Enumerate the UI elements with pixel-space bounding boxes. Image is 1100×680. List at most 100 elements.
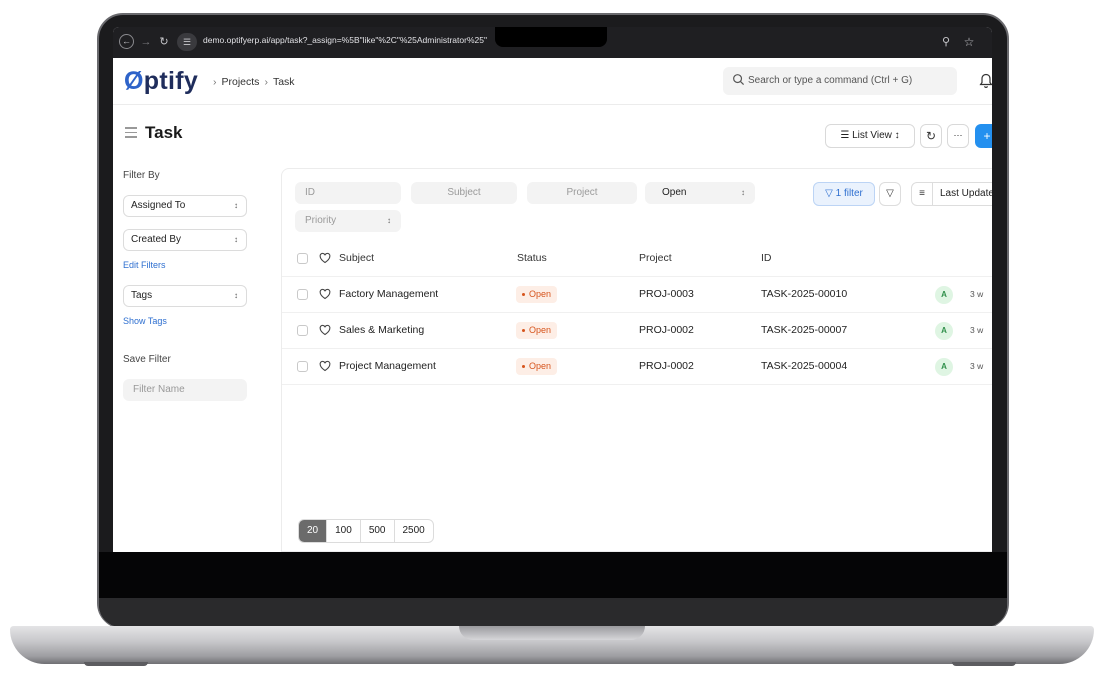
- laptop-foot-left: [84, 662, 148, 666]
- heart-icon[interactable]: [319, 288, 331, 300]
- search-bar[interactable]: Search or type a command (Ctrl + G): [723, 67, 957, 95]
- task-subject[interactable]: Sales & Marketing: [339, 324, 424, 336]
- filter-icon: ▽: [825, 188, 836, 199]
- avatar: A: [935, 322, 953, 340]
- heart-icon[interactable]: [319, 360, 331, 372]
- laptop-foot-right: [952, 662, 1016, 666]
- created-by-select[interactable]: Created By ↕: [123, 229, 247, 251]
- sort-by-button[interactable]: Last Updated On: [933, 182, 992, 206]
- column-id[interactable]: ID: [761, 252, 772, 264]
- clear-filter-button[interactable]: ▽: [879, 182, 901, 206]
- page-title: Task: [145, 123, 183, 142]
- status-badge: Open: [516, 286, 558, 303]
- address-bar[interactable]: demo.optifyerp.ai/app/task?_assign=%5B"l…: [203, 35, 503, 45]
- edit-filters-link[interactable]: Edit Filters: [123, 260, 166, 270]
- avatar: A: [935, 358, 953, 376]
- filter-button[interactable]: ▽ 1 filter: [813, 182, 875, 206]
- task-project: PROJ-0002: [639, 360, 694, 372]
- priority-filter-select[interactable]: Priority ↕: [295, 210, 401, 232]
- back-icon[interactable]: ←: [119, 34, 134, 49]
- table-row[interactable]: Sales & Marketing Open PROJ-0002 TASK-20…: [282, 313, 992, 349]
- modified-time: 3 w: [970, 361, 984, 371]
- site-settings-icon[interactable]: ☰: [177, 33, 197, 51]
- ellipsis-icon: ⋯: [953, 130, 963, 140]
- sidebar-toggle-icon[interactable]: [125, 127, 137, 138]
- save-filter-label: Save Filter: [123, 354, 171, 365]
- filter-x-icon: ▽: [886, 188, 894, 199]
- bookmark-star-icon[interactable]: ☆: [961, 34, 977, 50]
- table-row[interactable]: Factory Management Open PROJ-0003 TASK-2…: [282, 277, 992, 313]
- breadcrumb-task[interactable]: Task: [273, 76, 295, 88]
- id-filter-input[interactable]: ID: [295, 182, 401, 204]
- page-size-2500[interactable]: 2500: [395, 520, 433, 542]
- refresh-button[interactable]: ↻: [920, 124, 942, 148]
- column-subject[interactable]: Subject: [339, 252, 374, 264]
- refresh-icon: ↻: [925, 129, 937, 143]
- row-checkbox[interactable]: [297, 325, 308, 336]
- browser-toolbar: ← → ↻ ☰ demo.optifyerp.ai/app/task?_assi…: [113, 27, 992, 58]
- project-filter-input[interactable]: Project: [527, 182, 637, 204]
- chevron-updown-icon: ↕: [891, 130, 900, 141]
- modified-time: 3 w: [970, 289, 984, 299]
- chevron-updown-icon: ↕: [234, 235, 238, 244]
- assigned-to-select[interactable]: Assigned To ↕: [123, 195, 247, 217]
- reload-icon[interactable]: ↻: [156, 34, 172, 50]
- task-subject[interactable]: Project Management: [339, 360, 436, 372]
- zoom-icon[interactable]: ⚲: [938, 34, 954, 50]
- task-project: PROJ-0003: [639, 288, 694, 300]
- show-tags-link[interactable]: Show Tags: [123, 316, 167, 326]
- chevron-updown-icon: ↕: [234, 201, 238, 210]
- breadcrumb: › Projects › Task: [208, 76, 295, 88]
- list-view-button[interactable]: ☰ List View ↕: [825, 124, 915, 148]
- page-size-100[interactable]: 100: [327, 520, 361, 542]
- subject-filter-input[interactable]: Subject: [411, 182, 517, 204]
- forward-icon[interactable]: →: [138, 34, 154, 50]
- more-options-button[interactable]: ⋯: [947, 124, 969, 148]
- task-list-panel: ID Subject Project Open ↕ Priority ↕ ▽ 1 f…: [281, 168, 992, 552]
- status-badge: Open: [516, 358, 558, 375]
- chevron-updown-icon: ↕: [387, 216, 391, 225]
- row-checkbox[interactable]: [297, 289, 308, 300]
- column-status[interactable]: Status: [517, 252, 547, 264]
- task-id: TASK-2025-00004: [761, 360, 848, 372]
- heart-icon[interactable]: [319, 324, 331, 336]
- row-checkbox[interactable]: [297, 361, 308, 372]
- laptop-opening-notch: [459, 626, 645, 640]
- select-all-checkbox[interactable]: [297, 253, 308, 264]
- page-size-selector: 20 100 500 2500: [298, 519, 434, 543]
- list-icon: ☰: [840, 130, 853, 141]
- chevron-updown-icon: ↕: [741, 188, 745, 197]
- status-filter-select[interactable]: Open ↕: [645, 182, 755, 204]
- filter-name-input[interactable]: Filter Name: [123, 379, 247, 401]
- tags-select[interactable]: Tags ↕: [123, 285, 247, 307]
- status-badge: Open: [516, 322, 558, 339]
- task-project: PROJ-0002: [639, 324, 694, 336]
- chevron-right-icon: ›: [213, 76, 217, 88]
- bell-icon[interactable]: [979, 73, 992, 89]
- modified-time: 3 w: [970, 325, 984, 335]
- app-logo[interactable]: Øptify: [124, 67, 198, 96]
- table-header: Subject Status Project ID: [282, 241, 992, 277]
- app-header: Øptify › Projects › Task Search or type a c…: [113, 58, 992, 105]
- table-row[interactable]: Project Management Open PROJ-0002 TASK-2…: [282, 349, 992, 385]
- search-icon: [733, 74, 745, 86]
- sort-icon: ≡: [919, 188, 925, 199]
- logo-text: ptify: [143, 67, 199, 95]
- task-subject[interactable]: Factory Management: [339, 288, 438, 300]
- filter-by-label: Filter By: [123, 170, 160, 181]
- search-input[interactable]: Search or type a command (Ctrl + G): [748, 75, 912, 86]
- page-size-20[interactable]: 20: [299, 520, 328, 542]
- laptop-hinge: [99, 598, 1007, 627]
- column-project[interactable]: Project: [639, 252, 672, 264]
- task-id: TASK-2025-00010: [761, 288, 848, 300]
- laptop-screen: ← → ↻ ☰ demo.optifyerp.ai/app/task?_assi…: [113, 27, 992, 552]
- chevron-right-icon: ›: [264, 76, 268, 88]
- add-task-button[interactable]: +: [975, 124, 992, 148]
- breadcrumb-projects[interactable]: Projects: [222, 76, 260, 88]
- sort-direction-button[interactable]: ≡: [911, 182, 933, 206]
- avatar: A: [935, 286, 953, 304]
- heart-icon[interactable]: [319, 252, 331, 264]
- page-size-500[interactable]: 500: [361, 520, 395, 542]
- task-id: TASK-2025-00007: [761, 324, 848, 336]
- chevron-updown-icon: ↕: [234, 291, 238, 300]
